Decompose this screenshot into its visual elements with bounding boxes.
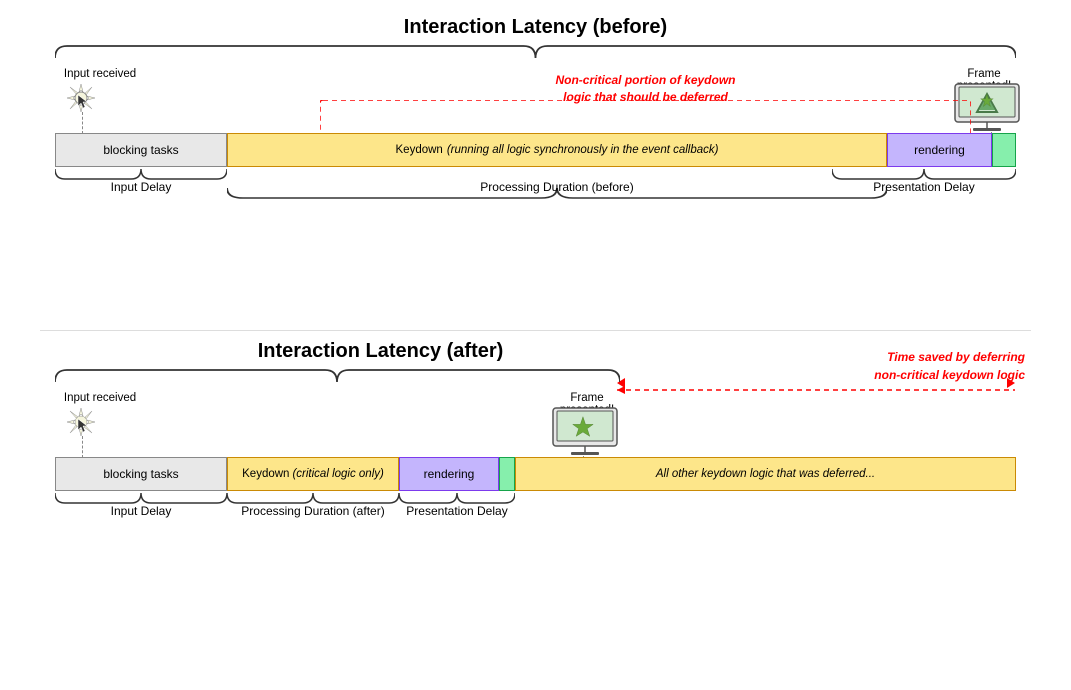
section-divider [40,330,1031,331]
top-brace-input-delay [55,167,227,181]
bottom-bar-deferred: All other keydown logic that was deferre… [515,457,1016,491]
top-bar-keydown: Keydown (running all logic synchronously… [227,133,887,167]
time-saved-arrow-right [1007,378,1015,388]
bottom-label-presentation: Presentation Delay [399,504,515,518]
bottom-label-processing: Processing Duration (after) [227,504,399,518]
bottom-label-input-delay: Input Delay [55,504,227,518]
top-title: Interaction Latency (before) [0,16,1071,39]
bottom-brace-input-delay [55,491,227,505]
top-big-brace [55,44,1016,62]
bottom-cursor-icon [65,406,97,443]
bottom-bar-green [499,457,515,491]
bottom-bar-keydown: Keydown (critical logic only) [227,457,399,491]
top-red-dashed-box [320,100,971,102]
top-cursor-icon [65,82,97,120]
bottom-input-received-label: Input received [55,392,145,404]
bottom-monitor-icon [545,406,625,456]
top-bar-rendering: rendering [887,133,992,167]
top-label-presentation: Presentation Delay [832,180,1016,194]
bottom-bars-container: blocking tasks Keydown (critical logic o… [55,457,1016,491]
bottom-bar-rendering: rendering [399,457,499,491]
top-cursor-dashed-line [82,112,83,134]
time-saved-arrow [617,383,1015,385]
top-label-input-delay: Input Delay [55,180,227,194]
top-brace-processing [227,167,887,181]
bottom-brace-presentation [399,491,515,505]
top-bar-blocking: blocking tasks [55,133,227,167]
bottom-bar-blocking: blocking tasks [55,457,227,491]
bottom-title: Interaction Latency (after) [40,340,721,363]
bottom-brace-processing [227,491,399,505]
top-label-processing: Processing Duration (before) [227,180,887,194]
bottom-cursor-dashed-line [82,436,83,458]
bottom-big-brace [55,368,620,386]
top-brace-presentation [832,167,1016,181]
top-bars-container: blocking tasks Keydown (running all logi… [55,133,1016,167]
top-bar-green [992,133,1016,167]
top-input-received-label: Input received [55,68,145,80]
time-saved-annotation: Time saved by deferring non-critical key… [874,348,1025,384]
